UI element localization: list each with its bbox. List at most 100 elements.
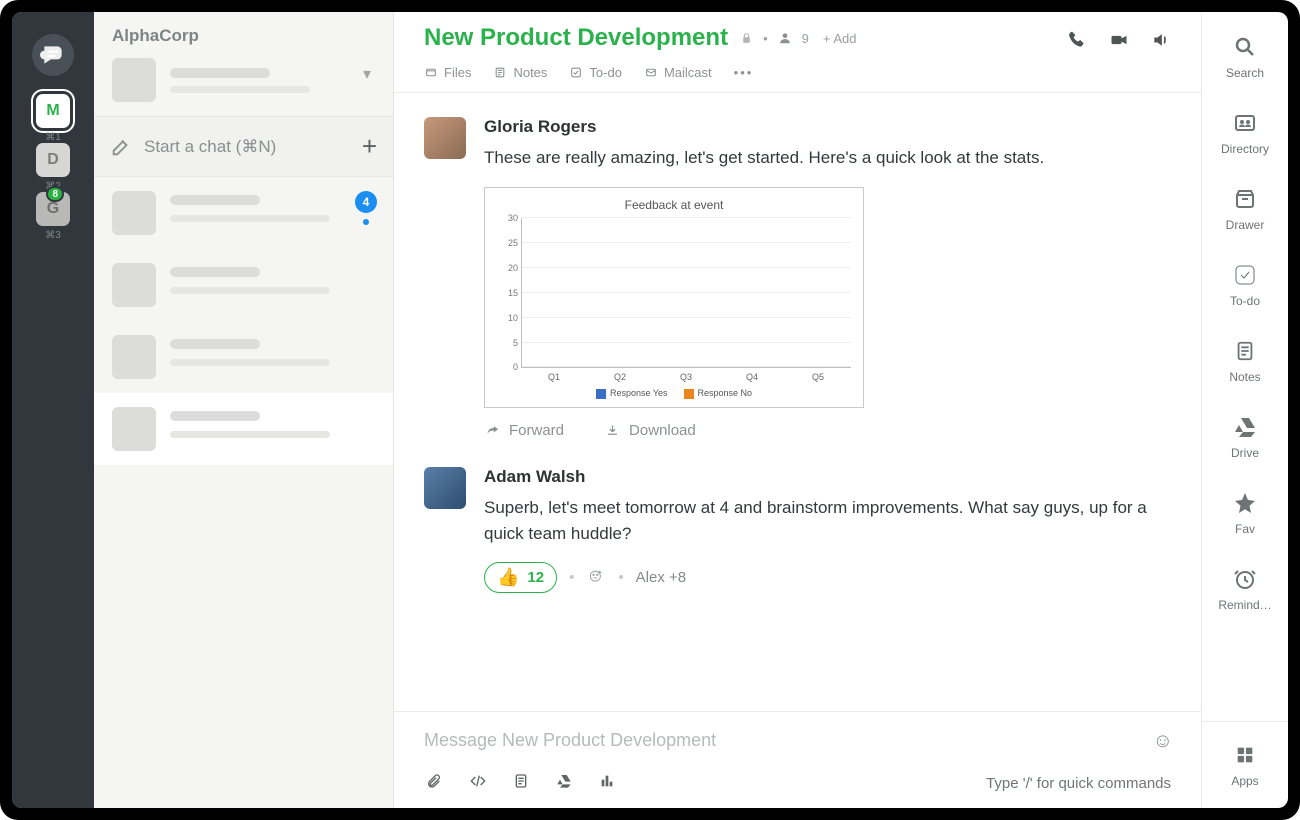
subnav-todo[interactable]: To-do — [569, 65, 622, 80]
message: Adam Walsh Superb, let's meet tomorrow a… — [424, 467, 1171, 593]
unread-dot — [363, 219, 369, 225]
subnav-files[interactable]: Files — [424, 65, 471, 80]
drawer-icon — [1232, 186, 1258, 212]
subnav-mailcast[interactable]: Mailcast — [644, 65, 712, 80]
org-name: AlphaCorp — [112, 26, 199, 46]
conversation-item[interactable] — [94, 393, 393, 465]
dot-separator: • — [763, 31, 768, 46]
plus-icon[interactable]: + — [362, 131, 377, 162]
workspace-rail: M⌘1D⌘2G⌘38 — [12, 12, 94, 808]
workspace-tile[interactable]: M⌘1 — [36, 94, 70, 143]
rail-remind[interactable]: Remind… — [1202, 558, 1288, 620]
rail-label: Notes — [1229, 370, 1260, 384]
conversation-item[interactable] — [94, 321, 393, 393]
avatar[interactable] — [424, 467, 466, 509]
x-label: Q3 — [680, 372, 692, 382]
rail-label: Fav — [1235, 522, 1255, 536]
member-count[interactable]: 9 — [802, 31, 809, 46]
message-author[interactable]: Gloria Rogers — [484, 117, 1171, 137]
y-tick: 25 — [498, 238, 518, 248]
conversation-avatar — [112, 191, 156, 235]
y-tick: 10 — [498, 313, 518, 323]
subnav-more-icon[interactable]: ••• — [734, 65, 754, 80]
attach-icon[interactable] — [424, 773, 444, 794]
reaction-summary[interactable]: Alex +8 — [636, 569, 686, 586]
chart-title: Feedback at event — [497, 198, 851, 212]
legend-entry: Response No — [684, 388, 753, 399]
skeleton — [170, 195, 260, 205]
video-icon[interactable] — [1109, 30, 1129, 55]
channel-title[interactable]: New Product Development — [424, 24, 728, 52]
compose-icon — [110, 136, 132, 158]
x-label: Q1 — [548, 372, 560, 382]
download-button[interactable]: Download — [604, 422, 696, 439]
composer: ☺ Type '/' for quick commands — [394, 711, 1201, 808]
workspace-letter: D — [36, 143, 70, 177]
rail-directory[interactable]: Directory — [1202, 102, 1288, 164]
volume-icon[interactable] — [1151, 30, 1171, 55]
rail-fav[interactable]: Fav — [1202, 482, 1288, 544]
rail-label: Search — [1226, 66, 1264, 80]
fav-icon — [1232, 490, 1258, 516]
self-profile[interactable]: ▾ — [94, 52, 393, 116]
skeleton — [170, 215, 330, 222]
call-icon[interactable] — [1067, 30, 1087, 55]
reaction-chip[interactable]: 👍 12 — [484, 562, 557, 593]
workspace-tile[interactable]: D⌘2 — [36, 143, 70, 192]
drive-icon — [1232, 414, 1258, 440]
conversation-avatar — [112, 335, 156, 379]
message: Gloria Rogers These are really amazing, … — [424, 117, 1171, 439]
chevron-down-icon[interactable]: ▾ — [363, 64, 371, 84]
conversation-item[interactable] — [94, 249, 393, 321]
rail-drawer[interactable]: Drawer — [1202, 178, 1288, 240]
y-tick: 30 — [498, 213, 518, 223]
rail-todo[interactable]: To-do — [1202, 254, 1288, 316]
doc-icon[interactable] — [512, 773, 530, 794]
skeleton — [170, 287, 330, 294]
rail-drive[interactable]: Drive — [1202, 406, 1288, 468]
dot-separator: • — [569, 569, 574, 586]
rail-label: Apps — [1231, 774, 1258, 788]
subnav-notes[interactable]: Notes — [493, 65, 547, 80]
code-icon[interactable] — [468, 773, 488, 794]
workspace-hotkey: ⌘3 — [45, 230, 61, 241]
dot-separator: • — [618, 569, 623, 586]
rail-label: Directory — [1221, 142, 1269, 156]
workspace-badge: 8 — [46, 186, 64, 202]
y-tick: 20 — [498, 263, 518, 273]
chart-attachment[interactable]: Feedback at event 051015202530 Q1Q2Q3Q4Q… — [484, 187, 864, 408]
start-chat[interactable]: Start a chat (⌘N) + — [94, 116, 393, 177]
workspace-hotkey: ⌘1 — [45, 132, 61, 143]
avatar[interactable] — [424, 117, 466, 159]
conversation-list: 4 — [94, 177, 393, 808]
workspace-tile[interactable]: G⌘38 — [36, 192, 70, 241]
add-reaction-icon[interactable] — [586, 568, 606, 587]
notes-icon — [1232, 338, 1258, 364]
rail-notes[interactable]: Notes — [1202, 330, 1288, 392]
message-input[interactable] — [424, 730, 1171, 751]
message-author[interactable]: Adam Walsh — [484, 467, 1171, 487]
remind-icon — [1232, 566, 1258, 592]
conversation-avatar — [112, 407, 156, 451]
poll-icon[interactable] — [598, 773, 616, 794]
org-header[interactable]: AlphaCorp — [94, 12, 393, 52]
skeleton — [170, 267, 260, 277]
main-panel: New Product Development • 9 + Add Files — [394, 12, 1202, 808]
rail-apps[interactable]: Apps — [1202, 721, 1288, 808]
add-members[interactable]: + Add — [823, 31, 857, 46]
emoji-icon[interactable]: ☺ — [1153, 730, 1173, 753]
forward-button[interactable]: Forward — [484, 422, 564, 439]
person-icon — [778, 31, 792, 45]
app-logo[interactable] — [32, 34, 74, 76]
x-label: Q2 — [614, 372, 626, 382]
skeleton — [170, 339, 260, 349]
skeleton — [170, 431, 330, 438]
drive-icon[interactable] — [554, 773, 574, 794]
conversation-item[interactable]: 4 — [94, 177, 393, 249]
rail-search[interactable]: Search — [1202, 26, 1288, 88]
y-tick: 15 — [498, 288, 518, 298]
conversation-column: AlphaCorp ▾ Start a chat (⌘N) + 4 — [94, 12, 394, 808]
y-tick: 0 — [498, 362, 518, 372]
apps-icon — [1232, 742, 1258, 768]
reaction-emoji: 👍 — [497, 567, 519, 588]
